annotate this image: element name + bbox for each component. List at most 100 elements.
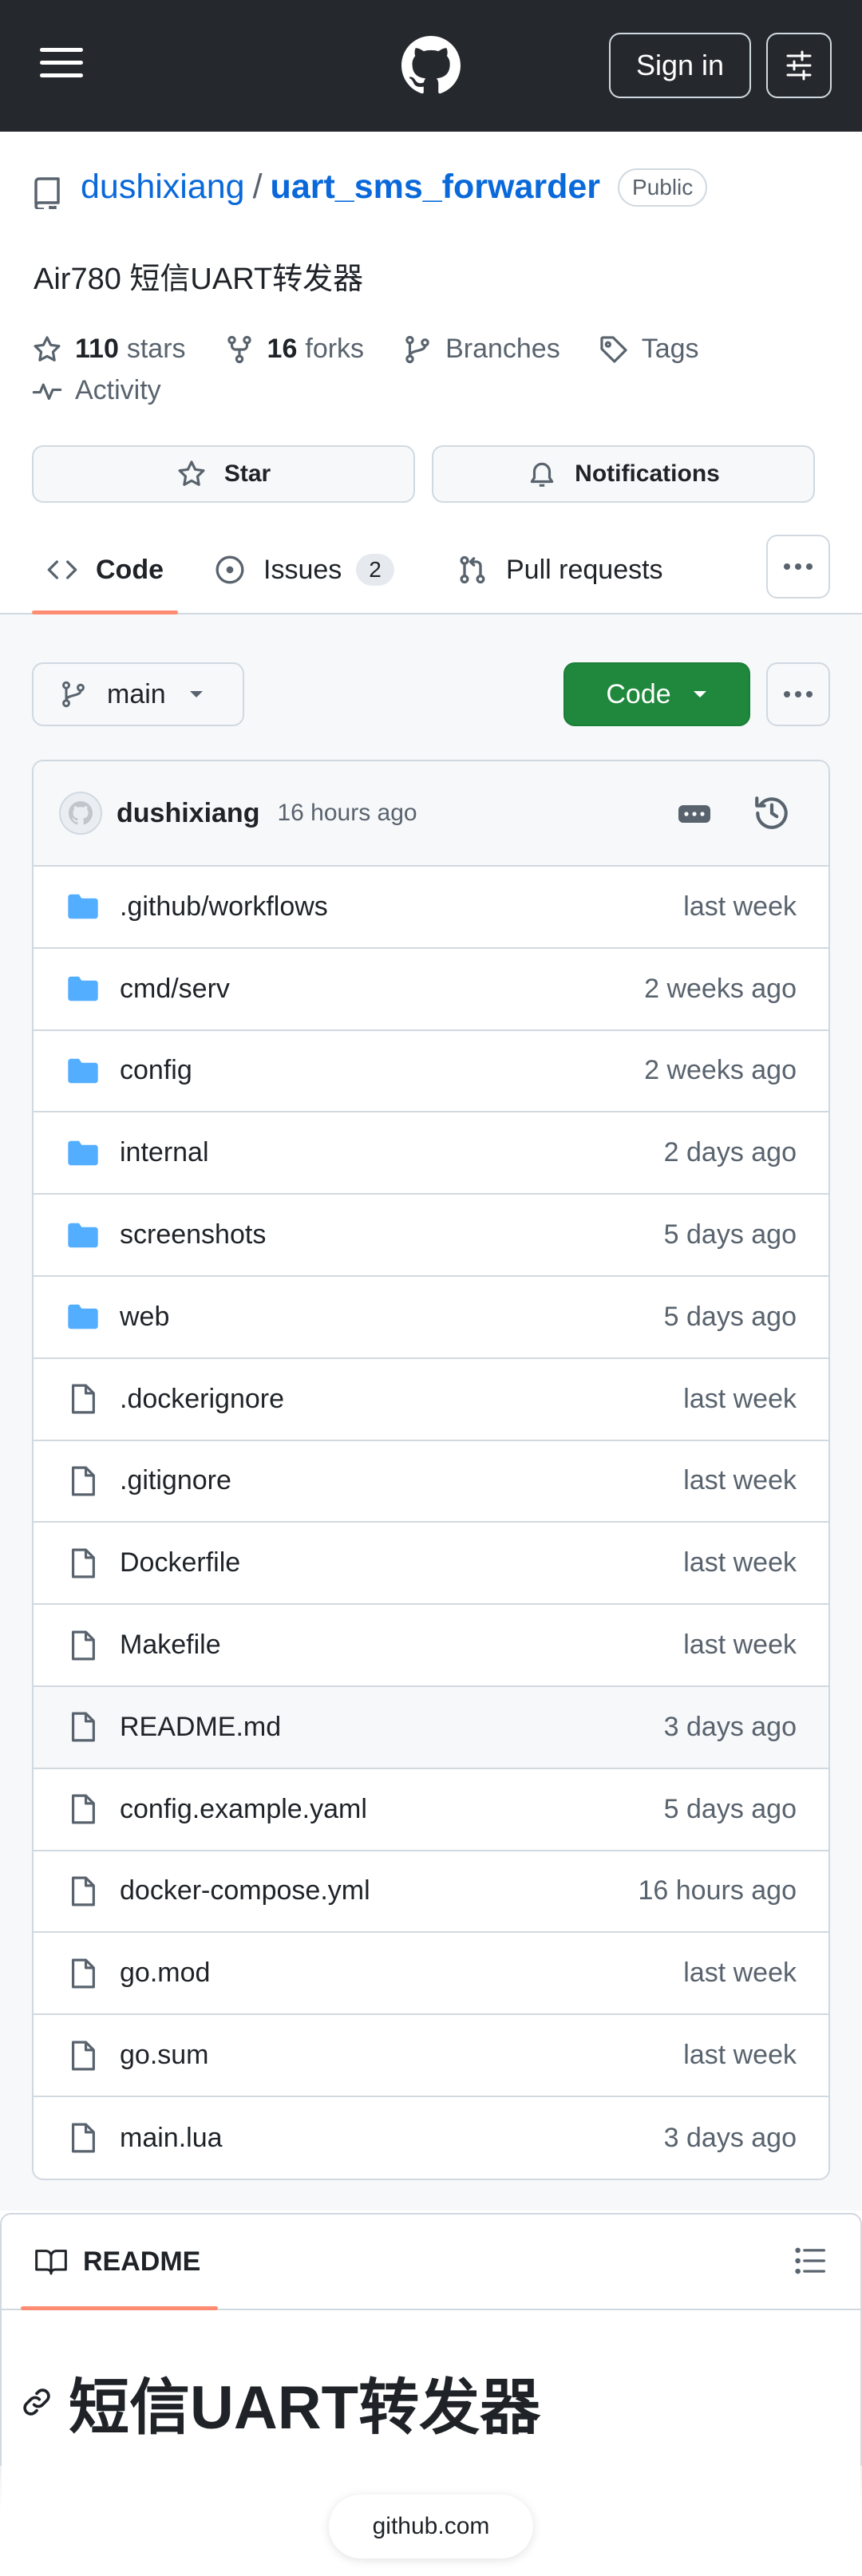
readme-heading: 短信UART转发器: [21, 2358, 540, 2446]
commit-author-link[interactable]: dushixiang: [117, 798, 259, 829]
file-row[interactable]: docker-compose.yml 16 hours ago: [34, 1851, 828, 1934]
folder-icon: [65, 975, 101, 1002]
file-row[interactable]: internal 2 days ago: [34, 1112, 828, 1195]
activity-link[interactable]: Activity: [32, 375, 161, 406]
stars-label: stars: [126, 334, 186, 364]
commit-message-toggle-icon[interactable]: [674, 796, 715, 832]
avatar[interactable]: [59, 792, 102, 835]
table-of-contents-icon[interactable]: [795, 2246, 827, 2275]
tags-link[interactable]: Tags: [599, 334, 699, 365]
file-last-modified: 2 weeks ago: [644, 973, 797, 1004]
tab-code-label: Code: [96, 554, 164, 585]
folder-icon: [65, 1057, 101, 1085]
file-name-link[interactable]: main.lua: [120, 2123, 664, 2154]
file-row[interactable]: go.mod last week: [34, 1933, 828, 2016]
file-last-modified: 2 weeks ago: [644, 1055, 797, 1086]
pulse-icon: [32, 383, 62, 400]
folder-icon: [65, 893, 101, 920]
branch-icon: [405, 335, 429, 363]
file-row[interactable]: Dockerfile last week: [34, 1523, 828, 1606]
more-tabs-kebab-icon[interactable]: [766, 535, 830, 599]
book-icon: [35, 2250, 67, 2275]
notifications-button[interactable]: Notifications: [432, 445, 815, 503]
file-name-link[interactable]: internal: [120, 1137, 664, 1168]
file-name-link[interactable]: .gitignore: [120, 1465, 683, 1496]
branch-selector-button[interactable]: main: [32, 662, 244, 726]
file-name-link[interactable]: config: [120, 1055, 644, 1086]
file-row[interactable]: config 2 weeks ago: [34, 1031, 828, 1113]
repo-owner-link[interactable]: dushixiang: [81, 168, 245, 207]
file-name-link[interactable]: web: [120, 1302, 664, 1333]
repo-name-link[interactable]: uart_sms_forwarder: [271, 168, 600, 207]
file-row[interactable]: web 5 days ago: [34, 1277, 828, 1359]
browser-url-pill[interactable]: github.com: [329, 2495, 533, 2558]
file-icon: [65, 1875, 101, 1907]
file-row[interactable]: Makefile last week: [34, 1605, 828, 1687]
star-button[interactable]: Star: [32, 445, 415, 503]
repo-stats: 110 stars 16 forks Branches Tags: [32, 334, 737, 365]
file-name-link[interactable]: go.sum: [120, 2040, 683, 2071]
commit-time: 16 hours ago: [277, 800, 417, 826]
file-last-modified: 5 days ago: [663, 1793, 797, 1824]
file-icon: [65, 1958, 101, 1989]
file-name-link[interactable]: .dockerignore: [120, 1384, 683, 1415]
code-dropdown-button[interactable]: Code: [563, 662, 750, 726]
more-options-kebab-icon[interactable]: [766, 662, 830, 726]
file-icon: [65, 2040, 101, 2072]
file-last-modified: last week: [683, 1958, 797, 1989]
stars-link[interactable]: 110 stars: [32, 334, 186, 365]
file-icon: [65, 1630, 101, 1661]
file-last-modified: last week: [683, 2040, 797, 2071]
file-icon: [65, 1547, 101, 1579]
file-name-link[interactable]: screenshots: [120, 1219, 664, 1250]
repo-title: dushixiang / uart_sms_forwarder Public: [81, 168, 708, 207]
repo-icon: [34, 177, 61, 209]
forks-label: forks: [305, 334, 365, 364]
file-last-modified: 2 days ago: [663, 1137, 797, 1168]
file-row[interactable]: screenshots 5 days ago: [34, 1195, 828, 1277]
file-name-link[interactable]: config.example.yaml: [120, 1794, 664, 1825]
repo-path-separator: /: [252, 168, 263, 206]
repo-tabs: Code Issues 2 Pull requests: [0, 527, 862, 614]
code-button-label: Code: [606, 678, 671, 709]
forks-count: 16: [267, 334, 298, 364]
star-outline-icon: [178, 460, 205, 486]
tab-pull-requests[interactable]: Pull requests: [457, 527, 663, 613]
file-name-link[interactable]: .github/workflows: [120, 891, 683, 923]
forks-link[interactable]: 16 forks: [224, 334, 365, 365]
file-name-link[interactable]: Makefile: [120, 1630, 683, 1661]
history-icon[interactable]: [752, 793, 792, 833]
github-logo-icon[interactable]: [401, 36, 461, 95]
tab-code[interactable]: Code: [32, 527, 178, 614]
visibility-badge: Public: [618, 168, 708, 207]
file-last-modified: 5 days ago: [663, 1301, 797, 1332]
file-row[interactable]: main.lua 3 days ago: [34, 2097, 828, 2179]
readme-tab[interactable]: README: [20, 2214, 219, 2310]
file-row[interactable]: config.example.yaml 5 days ago: [34, 1769, 828, 1851]
file-name-link[interactable]: docker-compose.yml: [120, 1875, 639, 1906]
file-icon: [65, 1793, 101, 1825]
pull-request-icon: [460, 555, 485, 584]
branches-link[interactable]: Branches: [402, 334, 560, 365]
file-row[interactable]: .github/workflows last week: [34, 867, 828, 949]
file-last-modified: last week: [683, 1465, 797, 1496]
file-row[interactable]: go.sum last week: [34, 2015, 828, 2097]
tab-issues[interactable]: Issues 2: [214, 527, 394, 613]
file-row[interactable]: .gitignore last week: [34, 1441, 828, 1523]
file-name-link[interactable]: README.md: [120, 1712, 664, 1743]
star-icon: [34, 335, 61, 362]
file-name-link[interactable]: cmd/serv: [120, 974, 644, 1005]
file-name-link[interactable]: go.mod: [120, 1958, 683, 1989]
file-row[interactable]: README.md 3 days ago: [34, 1686, 828, 1769]
sign-in-button[interactable]: Sign in: [609, 33, 751, 98]
file-row[interactable]: .dockerignore last week: [34, 1359, 828, 1441]
settings-sliders-icon[interactable]: [766, 33, 832, 98]
hamburger-menu-icon[interactable]: [37, 45, 88, 81]
repo-description: Air780 短信UART转发器: [34, 263, 364, 296]
bell-icon: [530, 462, 554, 487]
github-logo-icon: [69, 801, 93, 825]
file-row[interactable]: cmd/serv 2 weeks ago: [34, 949, 828, 1031]
readme-heading-text: 短信UART转发器: [69, 2374, 541, 2442]
caret-down-icon: [189, 691, 203, 697]
file-name-link[interactable]: Dockerfile: [120, 1547, 683, 1578]
